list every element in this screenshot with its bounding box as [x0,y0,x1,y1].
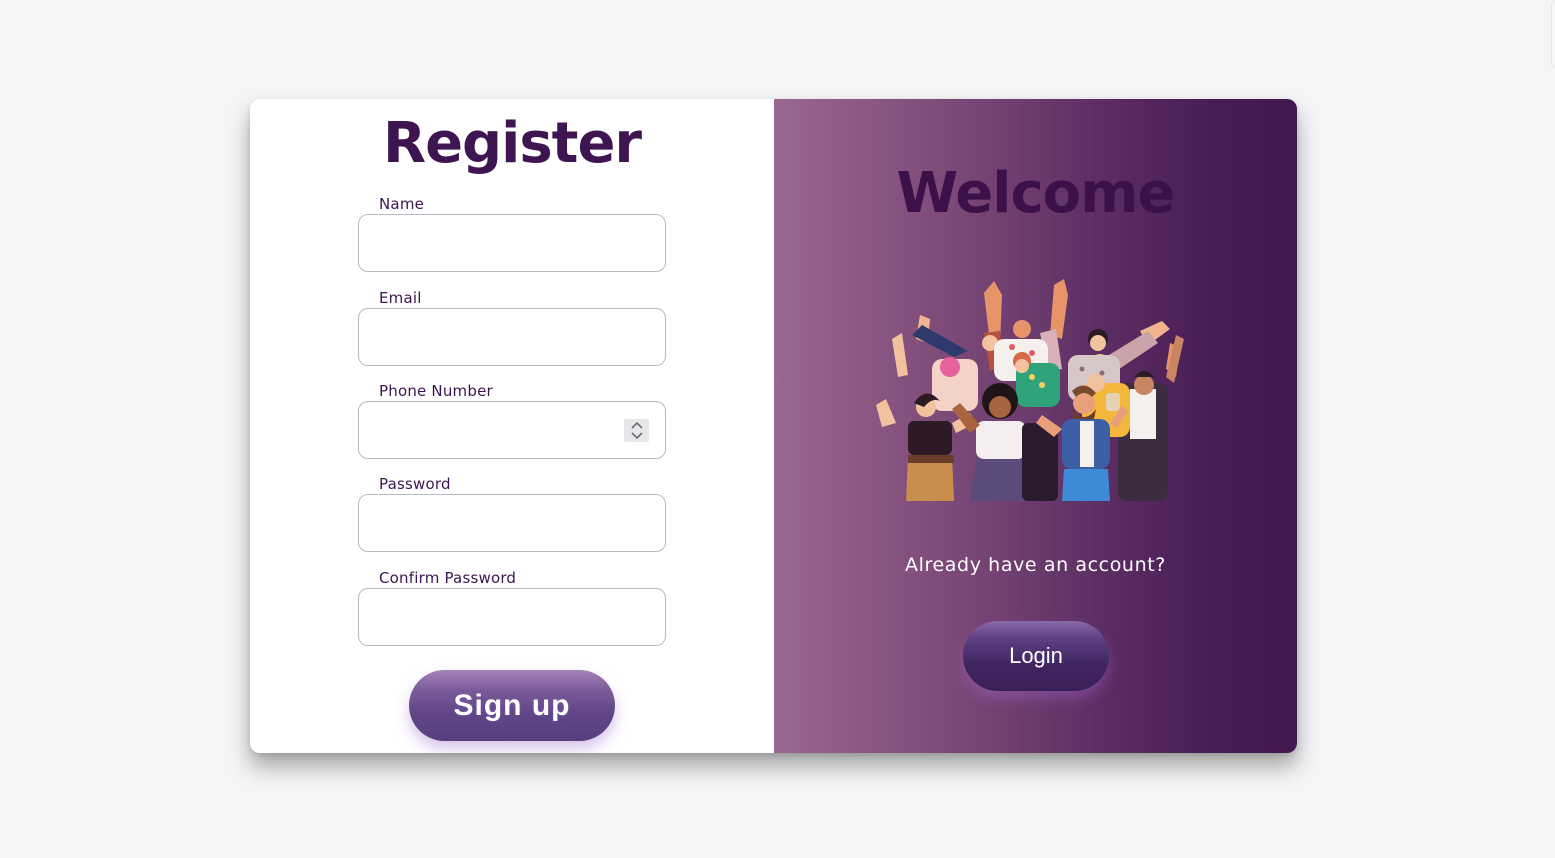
number-spinner-icon[interactable] [624,419,649,442]
password-field-wrapper [358,494,666,552]
register-panel: Register Name Email Phone Number Passwor… [250,99,774,753]
already-account-text: Already have an account? [905,554,1166,576]
password-input[interactable] [359,495,665,551]
confirm-password-input[interactable] [359,589,665,645]
confirm-password-label: Confirm Password [379,569,517,587]
password-label: Password [379,475,451,493]
name-input[interactable] [359,215,665,271]
email-field-wrapper [358,308,666,366]
name-field-wrapper [358,214,666,272]
phone-field-wrapper [358,401,666,459]
email-input[interactable] [359,309,665,365]
phone-label: Phone Number [379,382,493,400]
welcome-panel: Welcome Already have an account? Login [774,99,1297,753]
login-button[interactable]: Login [963,621,1109,691]
spinner-down-icon[interactable] [630,432,643,439]
confirm-password-field-wrapper [358,588,666,646]
signup-button[interactable]: Sign up [409,670,615,741]
crowd-of-people-illustration-icon [876,279,1184,501]
welcome-title: Welcome [896,161,1176,226]
spinner-up-icon[interactable] [630,422,643,429]
phone-input[interactable] [359,402,665,458]
name-label: Name [379,195,425,213]
scrollbar-tab[interactable] [1551,0,1555,68]
auth-card: Register Name Email Phone Number Passwor… [250,99,1297,753]
register-title: Register [382,111,642,176]
email-label: Email [379,289,422,307]
